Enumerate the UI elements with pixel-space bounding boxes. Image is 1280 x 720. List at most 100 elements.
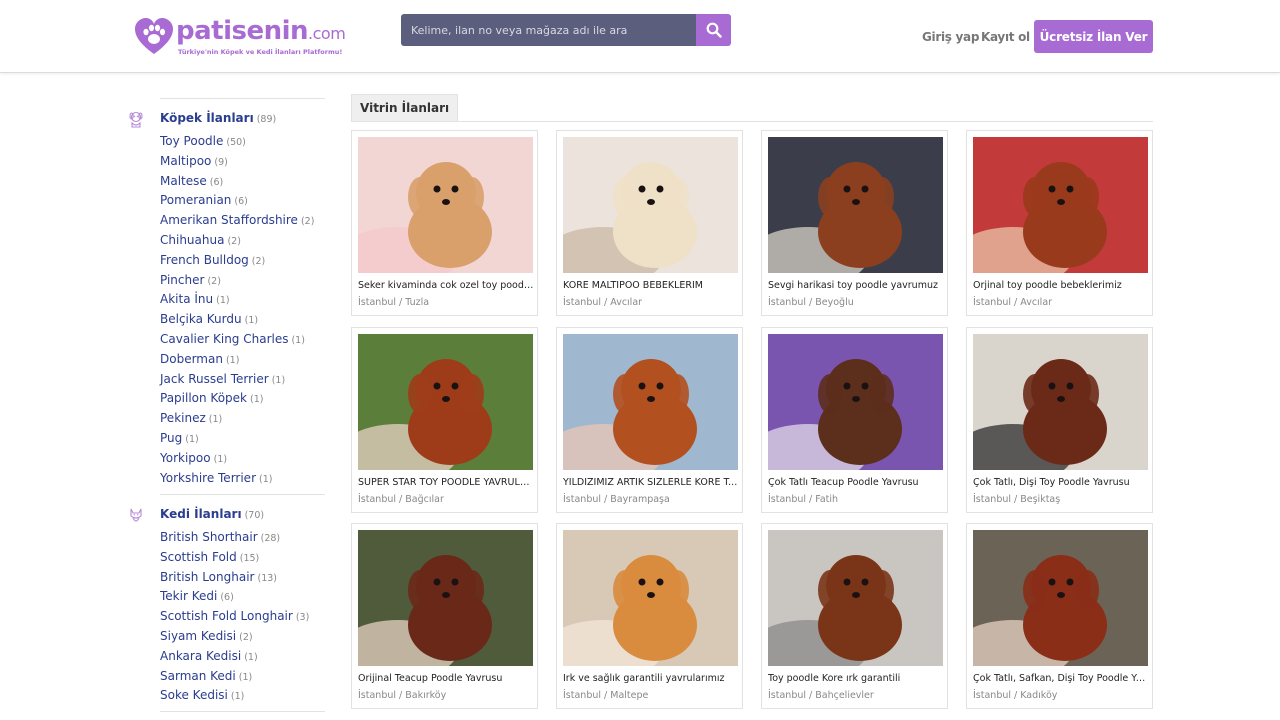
sidebar-item-label: Scottish Fold: [160, 549, 237, 564]
listing-photo[interactable]: [768, 530, 943, 666]
sidebar-item-count: (1): [250, 394, 264, 406]
search-input[interactable]: [401, 14, 696, 46]
listing-photo[interactable]: [563, 334, 738, 470]
sidebar-item-count: (6): [220, 592, 234, 604]
listing-card[interactable]: Seker kivaminda cok ozel toy poodle... İs…: [351, 130, 538, 316]
listing-photo[interactable]: [973, 137, 1148, 273]
sidebar-item[interactable]: Pug (1): [160, 431, 199, 445]
sidebar-item[interactable]: Amerikan Staffordshire (2): [160, 213, 314, 227]
sidebar-item-label: Chihuahua: [160, 233, 225, 247]
listing-title[interactable]: Irk ve sağlık garantili yavrularımız: [563, 673, 739, 684]
login-link[interactable]: Giriş yap: [922, 30, 979, 44]
listing-card[interactable]: Toy poodle Kore ırk garantili İstanbul / …: [761, 523, 948, 709]
listing-title[interactable]: Orjinal toy poodle bebeklerimiz: [973, 280, 1149, 291]
listing-title[interactable]: Sevgi harikasi toy poodle yavrumuz: [768, 280, 944, 291]
listing-title[interactable]: KORE MALTIPOO BEBEKLERIM: [563, 280, 739, 291]
sidebar-item[interactable]: Pekinez (1): [160, 411, 222, 425]
sidebar-item[interactable]: Pincher (2): [160, 273, 221, 287]
listing-card[interactable]: Orijinal Teacup Poodle Yavrusu İstanbul /…: [351, 523, 538, 709]
sidebar-item-label: Maltese: [160, 173, 207, 188]
sidebar-item[interactable]: Pomeranian (6): [160, 193, 248, 207]
dog-listings-heading[interactable]: Köpek İlanları (89): [160, 111, 276, 125]
sidebar-item[interactable]: Maltese (6): [160, 174, 223, 188]
sidebar-item-label: Papillon Köpek: [160, 391, 247, 406]
listing-title[interactable]: Çok Tatlı Teacup Poodle Yavrusu: [768, 477, 944, 488]
sidebar-item[interactable]: Cavalier King Charles (1): [160, 332, 305, 346]
listing-card[interactable]: Çok Tatlı, Safkan, Dişi Toy Poodle Ya...…: [966, 523, 1153, 709]
listing-photo[interactable]: [973, 334, 1148, 470]
section-tabbar: Vitrin İlanları: [351, 94, 1153, 122]
listing-photo[interactable]: [563, 530, 738, 666]
sidebar-item-label: Jack Russel Terrier: [160, 371, 269, 386]
sidebar-item-label: Pug: [160, 431, 183, 445]
sidebar-item[interactable]: British Shorthair (28): [160, 530, 280, 544]
listing-card[interactable]: Irk ve sağlık garantili yavrularımız İsta…: [556, 523, 743, 709]
search-bar: [401, 14, 731, 46]
sidebar-item-label: British Longhair: [160, 569, 255, 584]
listing-photo[interactable]: [358, 137, 533, 273]
listing-card[interactable]: Çok Tatlı, Dişi Toy Poodle Yavrusu İstanb…: [966, 327, 1153, 513]
sidebar-item-count: (6): [209, 176, 224, 188]
site-logo[interactable]: patisenin.com Türkiye'nin Köpek ve Kedi …: [134, 17, 346, 59]
listing-location: İstanbul / Tuzla: [358, 297, 430, 308]
sidebar-item-label: Soke Kedisi: [160, 688, 228, 703]
cat-icon: [130, 508, 142, 522]
listing-photo[interactable]: [973, 530, 1148, 666]
listing-title[interactable]: SUPER STAR TOY POODLE YAVRULA...: [358, 477, 534, 488]
sidebar-item-label: Tekir Kedi: [160, 589, 218, 604]
sidebar-item[interactable]: Scottish Fold (15): [160, 550, 259, 564]
listing-card[interactable]: Orjinal toy poodle bebeklerimiz İstanbul …: [966, 130, 1153, 316]
tab-showcase-listings[interactable]: Vitrin İlanları: [351, 94, 459, 121]
sidebar-item-label: Pincher: [160, 272, 205, 287]
sidebar-item[interactable]: Ankara Kedisi (1): [160, 649, 258, 663]
listing-title[interactable]: Toy poodle Kore ırk garantili: [768, 673, 944, 684]
sidebar-item-label: Sarman Kedi: [160, 668, 236, 683]
listing-title[interactable]: Çok Tatlı, Safkan, Dişi Toy Poodle Ya...: [973, 673, 1149, 684]
sidebar-item[interactable]: Siyam Kedisi (2): [160, 629, 253, 643]
sidebar-item[interactable]: Jack Russel Terrier (1): [160, 372, 285, 386]
listing-title[interactable]: Seker kivaminda cok ozel toy poodle...: [358, 280, 534, 291]
listing-title[interactable]: YILDIZIMIZ ARTIK SIZLERLE KORE T...: [563, 477, 739, 488]
listing-photo[interactable]: [768, 137, 943, 273]
sidebar-item[interactable]: Toy Poodle (50): [160, 134, 246, 148]
sidebar-item[interactable]: British Longhair (13): [160, 570, 277, 584]
sidebar-item-count: (1): [259, 473, 273, 485]
site-header: patisenin.com Türkiye'nin Köpek ve Kedi …: [0, 0, 1280, 73]
sidebar-item[interactable]: French Bulldog (2): [160, 253, 265, 267]
sidebar-item[interactable]: Belçika Kurdu (1): [160, 312, 258, 326]
sidebar-item-count: (1): [225, 354, 240, 366]
listing-photo[interactable]: [563, 137, 738, 273]
sidebar-item-count: (9): [214, 156, 228, 168]
sidebar-item[interactable]: Tekir Kedi (6): [160, 589, 234, 603]
sidebar-item[interactable]: Yorkshire Terrier (1): [160, 471, 272, 485]
listing-card[interactable]: KORE MALTIPOO BEBEKLERIM İstanbul / Avcıl…: [556, 130, 743, 316]
register-link[interactable]: Kayıt ol: [981, 30, 1030, 44]
listing-photo[interactable]: [358, 530, 533, 666]
sidebar-item[interactable]: Maltipoo (9): [160, 154, 228, 168]
cat-listings-heading[interactable]: Kedi İlanları (70): [160, 507, 264, 521]
sidebar-item-count: (1): [244, 315, 259, 327]
sidebar-item[interactable]: Chihuahua (2): [160, 233, 241, 247]
logo-wordmark: patisenin.com: [176, 16, 346, 46]
sidebar-item[interactable]: Soke Kedisi (1): [160, 688, 244, 702]
listing-photo[interactable]: [358, 334, 533, 470]
sidebar-item[interactable]: Scottish Fold Longhair (3): [160, 609, 309, 623]
listing-card[interactable]: Sevgi harikasi toy poodle yavrumuz İstanb…: [761, 130, 948, 316]
listing-card[interactable]: SUPER STAR TOY POODLE YAVRULA... İstanbul…: [351, 327, 538, 513]
listing-title[interactable]: Çok Tatlı, Dişi Toy Poodle Yavrusu: [973, 477, 1149, 488]
sidebar-item[interactable]: Akita İnu (1): [160, 292, 230, 306]
sidebar-item[interactable]: Papillon Köpek (1): [160, 391, 263, 405]
listing-title[interactable]: Orijinal Teacup Poodle Yavrusu: [358, 673, 534, 684]
sidebar-item-label: British Shorthair: [160, 530, 258, 544]
listing-card[interactable]: Çok Tatlı Teacup Poodle Yavrusu İstanbul …: [761, 327, 948, 513]
sidebar-item[interactable]: Sarman Kedi (1): [160, 669, 252, 683]
search-button[interactable]: [696, 14, 731, 46]
sidebar-item[interactable]: Yorkipoo (1): [160, 451, 227, 465]
listing-card[interactable]: YILDIZIMIZ ARTIK SIZLERLE KORE T... İstan…: [556, 327, 743, 513]
listing-photo[interactable]: [768, 334, 943, 470]
sidebar-item-label: French Bulldog: [160, 252, 249, 267]
post-free-ad-button[interactable]: Ücretsiz İlan Ver: [1034, 20, 1153, 53]
sidebar-item[interactable]: Doberman (1): [160, 352, 239, 366]
sidebar-item-label: Yorkshire Terrier: [160, 470, 256, 485]
sidebar-item-count: (50): [226, 137, 246, 148]
